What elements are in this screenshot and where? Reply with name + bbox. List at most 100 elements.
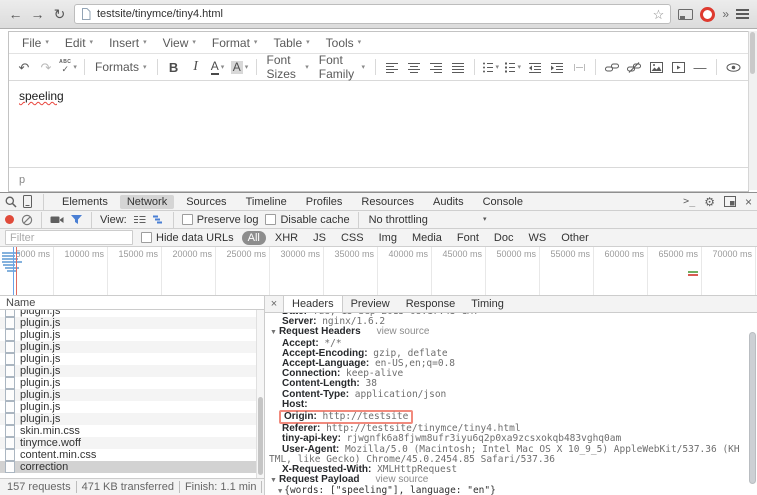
menu-format[interactable]: Format▾ xyxy=(204,34,266,52)
misspelled-word[interactable]: speeling xyxy=(19,89,64,103)
record-icon[interactable] xyxy=(5,215,14,224)
editor-content[interactable]: speeling xyxy=(9,81,748,167)
dock-side-icon[interactable] xyxy=(724,196,736,207)
filter-type-img[interactable]: Img xyxy=(373,231,403,245)
menu-edit[interactable]: Edit▾ xyxy=(57,34,101,52)
view-source-link[interactable]: view source xyxy=(377,326,430,337)
domcontentloaded-link[interactable]: DOMContentLo... xyxy=(262,481,264,493)
console-drawer-icon[interactable]: >_ xyxy=(683,196,695,207)
numbered-list-button[interactable]: ▾ xyxy=(502,57,524,77)
chrome-menu-icon[interactable] xyxy=(736,9,749,19)
inspect-magnifier-icon[interactable] xyxy=(5,196,17,208)
table-row[interactable]: plugin.js xyxy=(0,401,264,413)
tab-network[interactable]: Network xyxy=(120,195,174,209)
font-sizes-dropdown[interactable]: Font Sizes▾ xyxy=(262,53,314,81)
view-waterfall-icon[interactable] xyxy=(153,215,165,225)
forecolor-button[interactable]: A▾ xyxy=(207,57,229,77)
spellcheck-button[interactable]: ABC✓ ▾ xyxy=(57,57,79,77)
tab-resources[interactable]: Resources xyxy=(354,195,421,209)
bold-button[interactable]: B xyxy=(163,57,185,77)
screenshot-camera-icon[interactable] xyxy=(50,215,64,224)
close-details-icon[interactable]: × xyxy=(265,296,283,312)
details-tab-response[interactable]: Response xyxy=(398,296,464,312)
media-button[interactable] xyxy=(667,57,689,77)
menu-file[interactable]: File▾ xyxy=(14,34,57,52)
table-row[interactable]: plugin.js xyxy=(0,389,264,401)
italic-button[interactable]: I xyxy=(185,57,207,77)
device-mode-icon[interactable] xyxy=(23,195,32,208)
align-justify-button[interactable] xyxy=(447,57,469,77)
tab-elements[interactable]: Elements xyxy=(55,195,115,209)
filter-type-xhr[interactable]: XHR xyxy=(269,231,304,245)
request-list-scrollbar[interactable] xyxy=(256,310,264,478)
details-scrollbar[interactable] xyxy=(749,318,756,489)
image-button[interactable] xyxy=(645,57,667,77)
filter-input[interactable] xyxy=(5,230,133,245)
filter-funnel-icon[interactable] xyxy=(71,215,83,225)
filter-type-other[interactable]: Other xyxy=(555,231,595,245)
filter-type-js[interactable]: JS xyxy=(307,231,332,245)
tab-sources[interactable]: Sources xyxy=(179,195,233,209)
tab-profiles[interactable]: Profiles xyxy=(299,195,350,209)
view-list-icon[interactable] xyxy=(134,215,146,225)
bullet-list-button[interactable]: ▾ xyxy=(480,57,502,77)
details-tab-timing[interactable]: Timing xyxy=(463,296,512,312)
table-row[interactable]: plugin.js xyxy=(0,413,264,425)
redo-button[interactable]: ↷ xyxy=(35,57,57,77)
align-left-button[interactable] xyxy=(381,57,403,77)
indent-button[interactable] xyxy=(546,57,568,77)
undo-button[interactable]: ↶ xyxy=(13,57,35,77)
page-scrollbar[interactable] xyxy=(748,31,757,190)
record-extension-icon[interactable] xyxy=(700,7,715,22)
filter-type-font[interactable]: Font xyxy=(451,231,485,245)
cast-icon[interactable] xyxy=(678,9,693,20)
back-icon[interactable]: ← xyxy=(8,7,23,21)
filter-type-css[interactable]: CSS xyxy=(335,231,370,245)
url-text[interactable]: testsite/tinymce/tiny4.html xyxy=(97,8,647,20)
name-column-header[interactable]: Name xyxy=(0,296,264,310)
table-row[interactable]: plugin.js xyxy=(0,377,264,389)
table-row[interactable]: plugin.js xyxy=(0,353,264,365)
align-right-button[interactable] xyxy=(425,57,447,77)
table-row[interactable]: skin.min.css xyxy=(0,425,264,437)
payload-preview[interactable]: ▼{words: ["speeling"], language: "en"} xyxy=(278,486,757,495)
table-row[interactable]: plugin.js xyxy=(0,329,264,341)
formats-dropdown[interactable]: Formats▾ xyxy=(90,60,152,74)
unlink-button[interactable] xyxy=(623,57,645,77)
throttling-select[interactable]: No throttling ▾ xyxy=(367,214,489,226)
nonbreaking-button[interactable] xyxy=(568,57,590,77)
tab-console[interactable]: Console xyxy=(476,195,530,209)
menu-tools[interactable]: Tools▾ xyxy=(318,34,370,52)
filter-type-media[interactable]: Media xyxy=(406,231,448,245)
settings-gear-icon[interactable]: ⚙ xyxy=(704,195,715,209)
backcolor-button[interactable]: A▾ xyxy=(229,57,251,77)
clear-icon[interactable] xyxy=(21,214,33,226)
menu-insert[interactable]: Insert▾ xyxy=(101,34,155,52)
details-tab-preview[interactable]: Preview xyxy=(343,296,398,312)
tab-timeline[interactable]: Timeline xyxy=(239,195,294,209)
tab-audits[interactable]: Audits xyxy=(426,195,471,209)
horizontal-rule-button[interactable]: — xyxy=(689,57,711,77)
hide-data-urls-checkbox[interactable] xyxy=(141,232,152,243)
view-source-link[interactable]: view source xyxy=(376,474,429,485)
filter-type-ws[interactable]: WS xyxy=(522,231,552,245)
details-tab-headers[interactable]: Headers xyxy=(283,296,343,312)
disable-cache-checkbox[interactable] xyxy=(265,214,276,225)
filter-type-all[interactable]: All xyxy=(242,231,266,245)
filter-type-doc[interactable]: Doc xyxy=(488,231,520,245)
table-row[interactable]: correction xyxy=(0,461,264,473)
align-center-button[interactable] xyxy=(403,57,425,77)
table-row[interactable]: content.min.css xyxy=(0,449,264,461)
menu-view[interactable]: View▾ xyxy=(155,34,204,52)
preview-button[interactable] xyxy=(722,57,744,77)
table-row[interactable]: plugin.js xyxy=(0,317,264,329)
menu-table[interactable]: Table▾ xyxy=(265,34,317,52)
close-icon[interactable]: × xyxy=(745,195,752,209)
extensions-overflow-icon[interactable]: » xyxy=(722,7,729,21)
table-row[interactable]: plugin.js xyxy=(0,341,264,353)
forward-icon[interactable]: → xyxy=(30,7,45,21)
table-row[interactable]: plugin.js xyxy=(0,310,264,317)
table-row[interactable]: tinymce.woff xyxy=(0,437,264,449)
font-family-dropdown[interactable]: Font Family▾ xyxy=(314,53,370,81)
address-bar[interactable]: testsite/tinymce/tiny4.html ☆ xyxy=(74,4,671,24)
